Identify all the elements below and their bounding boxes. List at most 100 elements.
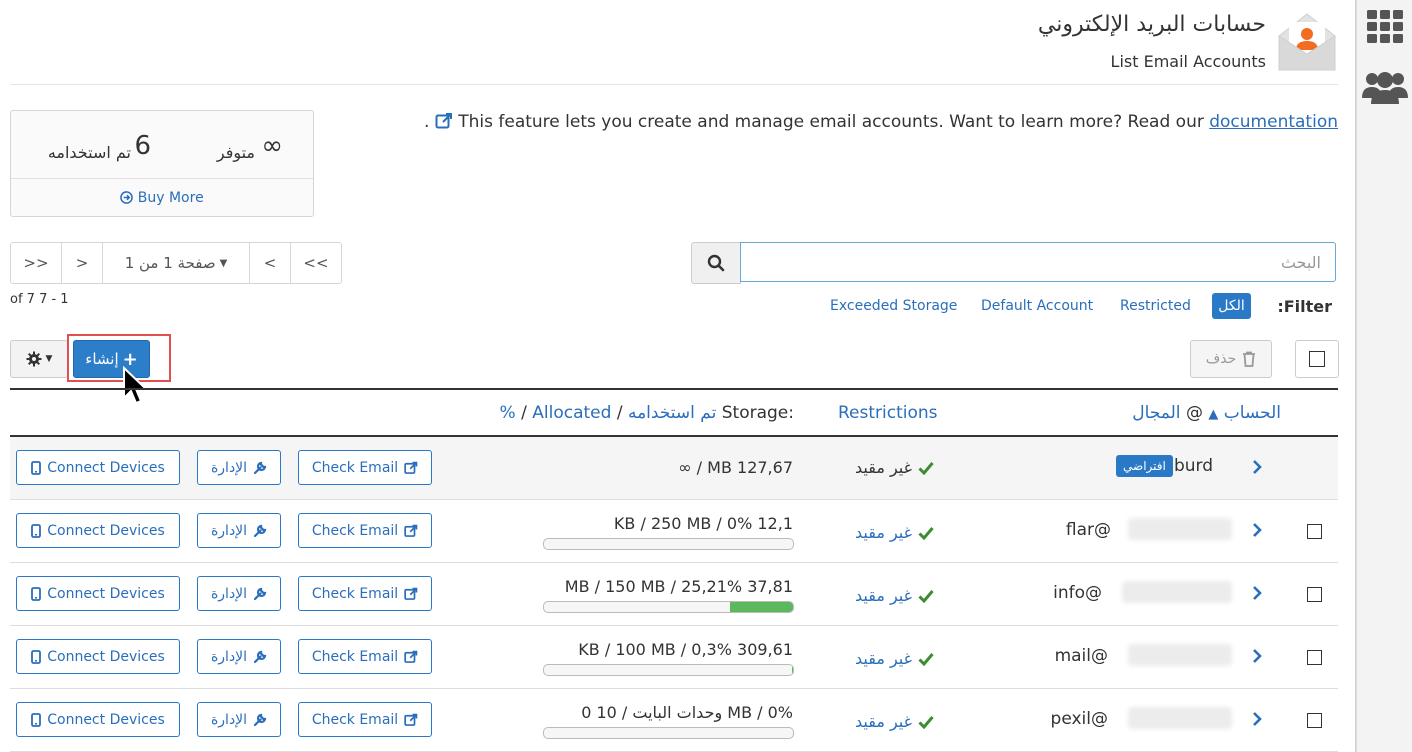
check-email-button[interactable]: Check Email xyxy=(298,702,432,737)
check-email-button[interactable]: Check Email xyxy=(298,450,432,485)
restriction-label: غير مقيد xyxy=(855,649,912,668)
apps-grid-icon[interactable] xyxy=(1367,10,1403,44)
storage-progress-fill xyxy=(730,602,793,612)
storage-usage: ∞ / MB 127,67 xyxy=(678,458,793,477)
connect-devices-label: Connect Devices xyxy=(47,585,165,602)
table-row: Connect Devices الإدارة Check Email KB /… xyxy=(10,500,1338,563)
page-title: حسابات البريد الإلكتروني xyxy=(1037,12,1266,37)
column-restrictions[interactable]: Restrictions xyxy=(838,403,938,423)
first-page-button[interactable]: >> xyxy=(11,243,62,283)
account-name: info@ xyxy=(1053,583,1102,603)
search-input[interactable] xyxy=(740,242,1336,282)
check-icon xyxy=(918,461,934,475)
check-email-button[interactable]: Check Email xyxy=(298,639,432,674)
row-checkbox[interactable] xyxy=(1307,650,1322,665)
delete-button[interactable]: حذف xyxy=(1190,340,1272,378)
connect-devices-button[interactable]: Connect Devices xyxy=(16,576,180,611)
connect-devices-label: Connect Devices xyxy=(47,648,165,665)
sort-storage-percent-link[interactable]: % xyxy=(500,403,516,423)
table-row: Connect Devices الإدارة Check Email 0 وح… xyxy=(10,689,1338,752)
sort-storage-used-link[interactable]: تم استخدامه xyxy=(628,403,716,423)
mobile-icon xyxy=(31,523,42,538)
right-sidebar xyxy=(1356,0,1412,752)
redacted-domain xyxy=(1122,581,1232,603)
arrow-circle-icon xyxy=(120,191,134,204)
connect-devices-button[interactable]: Connect Devices xyxy=(16,513,180,548)
check-email-label: Check Email xyxy=(311,459,399,476)
check-icon xyxy=(918,526,934,540)
manage-button[interactable]: الإدارة xyxy=(197,513,281,548)
storage-usage: 0 وحدات البايت / 10 MB / 0% xyxy=(581,703,793,722)
restriction-status[interactable]: غير مقيد xyxy=(855,523,934,542)
restriction-status[interactable]: غير مقيد xyxy=(855,712,934,731)
column-account[interactable]: الحساب ▲ @ المجال xyxy=(1132,403,1281,423)
account-name: burd xyxy=(1173,456,1213,476)
select-all-checkbox[interactable] xyxy=(1295,340,1339,378)
check-email-label: Check Email xyxy=(311,648,399,665)
at-sign: @ xyxy=(1185,403,1203,423)
manage-button[interactable]: الإدارة xyxy=(197,450,281,485)
divider xyxy=(10,84,1338,85)
external-link-icon xyxy=(404,461,418,474)
separator: / xyxy=(616,403,623,423)
restriction-label: غير مقيد xyxy=(855,586,912,605)
sort-domain-link[interactable]: المجال xyxy=(1132,403,1180,423)
search-button[interactable] xyxy=(691,242,741,284)
storage-progress-bar xyxy=(543,538,794,550)
mobile-icon xyxy=(31,649,42,664)
default-badge: افتراضي xyxy=(1116,455,1173,477)
sort-account-link[interactable]: الحساب xyxy=(1224,403,1281,423)
buy-more-link[interactable]: Buy More xyxy=(11,190,313,206)
external-link-icon xyxy=(404,587,418,600)
gear-icon xyxy=(26,351,42,367)
chevron-right-icon[interactable] xyxy=(1252,648,1262,668)
connect-devices-button[interactable]: Connect Devices xyxy=(16,639,180,674)
chevron-right-icon[interactable] xyxy=(1252,522,1262,542)
filter-all[interactable]: الكل xyxy=(1212,293,1251,319)
restriction-status[interactable]: غير مقيد xyxy=(855,649,934,668)
users-icon[interactable] xyxy=(1362,70,1408,106)
page-select[interactable]: صفحة 1 من 1 ▼ xyxy=(103,243,250,283)
create-label: إنشاء xyxy=(85,350,119,368)
sort-storage-allocated-link[interactable]: Allocated xyxy=(532,403,611,423)
prev-page-button[interactable]: > xyxy=(62,243,103,283)
row-checkbox[interactable] xyxy=(1307,713,1322,728)
mobile-icon xyxy=(31,712,42,727)
manage-label: الإدارة xyxy=(210,522,248,539)
restriction-status[interactable]: غير مقيد xyxy=(855,586,934,605)
filter-default-account[interactable]: Default Account xyxy=(981,298,1093,314)
manage-button[interactable]: الإدارة xyxy=(197,576,281,611)
separator: / xyxy=(521,403,527,423)
sort-restrictions-link[interactable]: Restrictions xyxy=(838,403,938,423)
connect-devices-button[interactable]: Connect Devices xyxy=(16,702,180,737)
manage-label: الإدارة xyxy=(210,648,248,665)
settings-dropdown-button[interactable]: ▼ xyxy=(10,340,68,378)
chevron-right-icon[interactable] xyxy=(1252,711,1262,731)
manage-label: الإدارة xyxy=(210,459,248,476)
filter-restricted[interactable]: Restricted xyxy=(1120,298,1191,314)
documentation-link[interactable]: documentation xyxy=(1209,112,1338,132)
filter-exceeded-storage[interactable]: Exceeded Storage xyxy=(830,298,957,314)
check-email-button[interactable]: Check Email xyxy=(298,576,432,611)
check-email-button[interactable]: Check Email xyxy=(298,513,432,548)
check-email-label: Check Email xyxy=(311,711,399,728)
external-link-icon xyxy=(404,650,418,663)
manage-button[interactable]: الإدارة xyxy=(197,639,281,674)
last-page-button[interactable]: << xyxy=(291,243,341,283)
next-page-button[interactable]: < xyxy=(250,243,291,283)
manage-button[interactable]: الإدارة xyxy=(197,702,281,737)
external-link-icon xyxy=(404,524,418,537)
mobile-icon xyxy=(31,460,42,475)
storage-usage: MB / 150 MB / 25,21% 37,81 xyxy=(564,577,793,596)
check-icon xyxy=(918,589,934,603)
chevron-right-icon[interactable] xyxy=(1252,585,1262,605)
row-checkbox[interactable] xyxy=(1307,524,1322,539)
restriction-status: غير مقيد xyxy=(855,458,934,477)
page-subtitle: List Email Accounts xyxy=(1110,52,1266,71)
check-email-label: Check Email xyxy=(311,585,399,602)
row-checkbox[interactable] xyxy=(1307,587,1322,602)
chevron-right-icon[interactable] xyxy=(1252,459,1262,479)
connect-devices-button[interactable]: Connect Devices xyxy=(16,450,180,485)
check-icon xyxy=(918,715,934,729)
wrench-icon xyxy=(253,524,267,537)
